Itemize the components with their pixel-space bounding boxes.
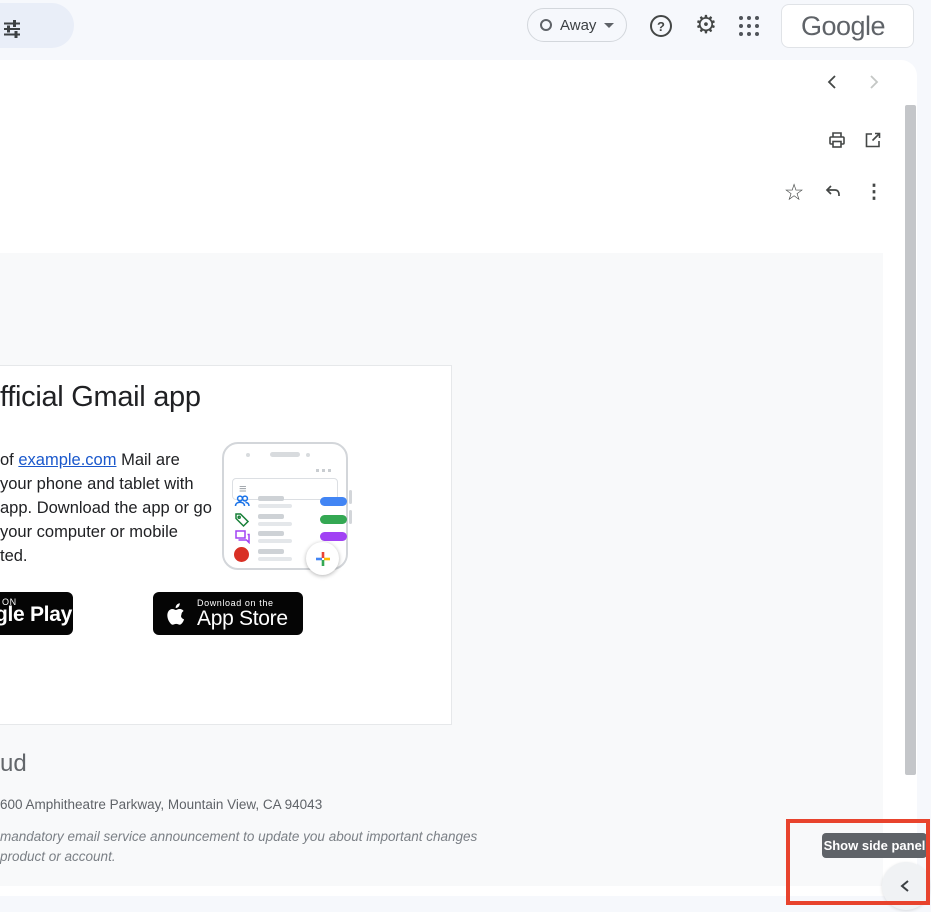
print-button[interactable]	[827, 130, 847, 150]
footer-disclaimer-line-1: mandatory email service announcement to …	[0, 829, 477, 844]
list-text-bar	[258, 531, 284, 536]
blue-pill	[320, 497, 347, 506]
availability-status-dropdown[interactable]: Away	[527, 8, 627, 42]
chat-icon	[234, 529, 250, 544]
newer-conversation-button[interactable]	[824, 73, 842, 91]
intro-line-4: your computer or mobile	[0, 520, 212, 544]
reply-icon	[823, 182, 843, 202]
phone-sensor-dot	[306, 453, 310, 457]
play-badge-main-text: gle Play	[0, 603, 72, 627]
phone-status-icon	[328, 469, 331, 472]
apple-icon	[165, 600, 189, 628]
list-text-bar	[258, 557, 292, 561]
help-icon: ?	[657, 19, 665, 34]
email-heading: fficial Gmail app	[0, 381, 201, 414]
example-com-link[interactable]: example.com	[18, 451, 116, 469]
footer-disclaimer-line-2: product or account.	[0, 849, 116, 864]
phone-status-icon	[322, 469, 325, 472]
intro-line-3: app. Download the app or go	[0, 496, 212, 520]
search-options-button[interactable]	[0, 3, 74, 48]
purple-pill	[320, 532, 347, 541]
star-button[interactable]: ☆	[782, 180, 806, 204]
red-dot-icon	[234, 547, 249, 562]
help-button[interactable]: ?	[650, 15, 672, 37]
email-intro-text: of example.com Mail are your phone and t…	[0, 448, 212, 568]
label-icon	[234, 512, 250, 528]
phone-speaker	[270, 452, 300, 457]
intro-line-2: your phone and tablet with	[0, 472, 212, 496]
intro-line1-prefix: of	[0, 451, 18, 469]
reply-button[interactable]	[823, 182, 843, 202]
tune-icon	[1, 18, 23, 40]
apps-grid-button[interactable]	[739, 16, 759, 36]
more-vert-icon: ⋮	[865, 181, 884, 204]
more-options-button[interactable]: ⋮	[865, 181, 883, 203]
settings-button[interactable]: ⚙	[692, 11, 720, 39]
show-side-panel-button[interactable]	[882, 862, 930, 910]
older-conversation-button[interactable]	[864, 73, 882, 91]
people-icon	[234, 494, 250, 508]
intro-line-5: ted.	[0, 544, 212, 568]
footer-address: 600 Amphitheatre Parkway, Mountain View,…	[0, 797, 322, 812]
google-logo-card[interactable]: Google	[781, 4, 914, 48]
plus-fab-icon	[306, 542, 339, 575]
presence-circle-icon	[540, 19, 552, 31]
scrollbar-thumb[interactable]	[905, 105, 916, 775]
print-icon	[827, 130, 847, 150]
list-text-bar	[258, 514, 284, 519]
phone-list-row	[234, 512, 344, 528]
gmail-window: Away ? ⚙ Google	[0, 0, 931, 912]
status-label: Away	[560, 17, 596, 34]
phone-status-icon	[316, 469, 319, 472]
list-text-bar	[258, 549, 284, 554]
show-side-panel-tooltip: Show side panel	[822, 833, 927, 858]
list-text-bar	[258, 504, 292, 508]
phone-side-button	[349, 510, 352, 524]
footer-brand-fragment: ud	[0, 750, 27, 778]
top-bar: Away ? ⚙ Google	[0, 0, 931, 52]
phone-illustration: ≡	[222, 442, 348, 572]
phone-side-button	[349, 490, 352, 504]
intro-line1-suffix: Mail are	[116, 451, 179, 469]
open-in-new-icon	[863, 130, 883, 150]
phone-camera-dot	[246, 453, 250, 457]
star-icon: ☆	[784, 179, 805, 206]
show-side-panel-chevron-icon	[896, 876, 916, 896]
appstore-badge-main-text: App Store	[197, 607, 288, 631]
open-in-new-window-button[interactable]	[863, 130, 883, 150]
list-text-bar	[258, 496, 284, 501]
google-play-badge[interactable]: ON gle Play	[0, 592, 73, 635]
caret-down-icon	[604, 23, 614, 28]
intro-line-1: of example.com Mail are	[0, 448, 212, 472]
list-text-bar	[258, 539, 292, 543]
list-text-bar	[258, 522, 292, 526]
phone-list-row	[234, 494, 344, 510]
green-pill	[320, 515, 347, 524]
google-logo: Google	[801, 5, 885, 47]
gear-icon: ⚙	[695, 10, 717, 40]
chevron-right-icon	[864, 73, 882, 91]
app-store-badge[interactable]: Download on the App Store	[153, 592, 303, 635]
chevron-left-icon	[824, 73, 842, 91]
